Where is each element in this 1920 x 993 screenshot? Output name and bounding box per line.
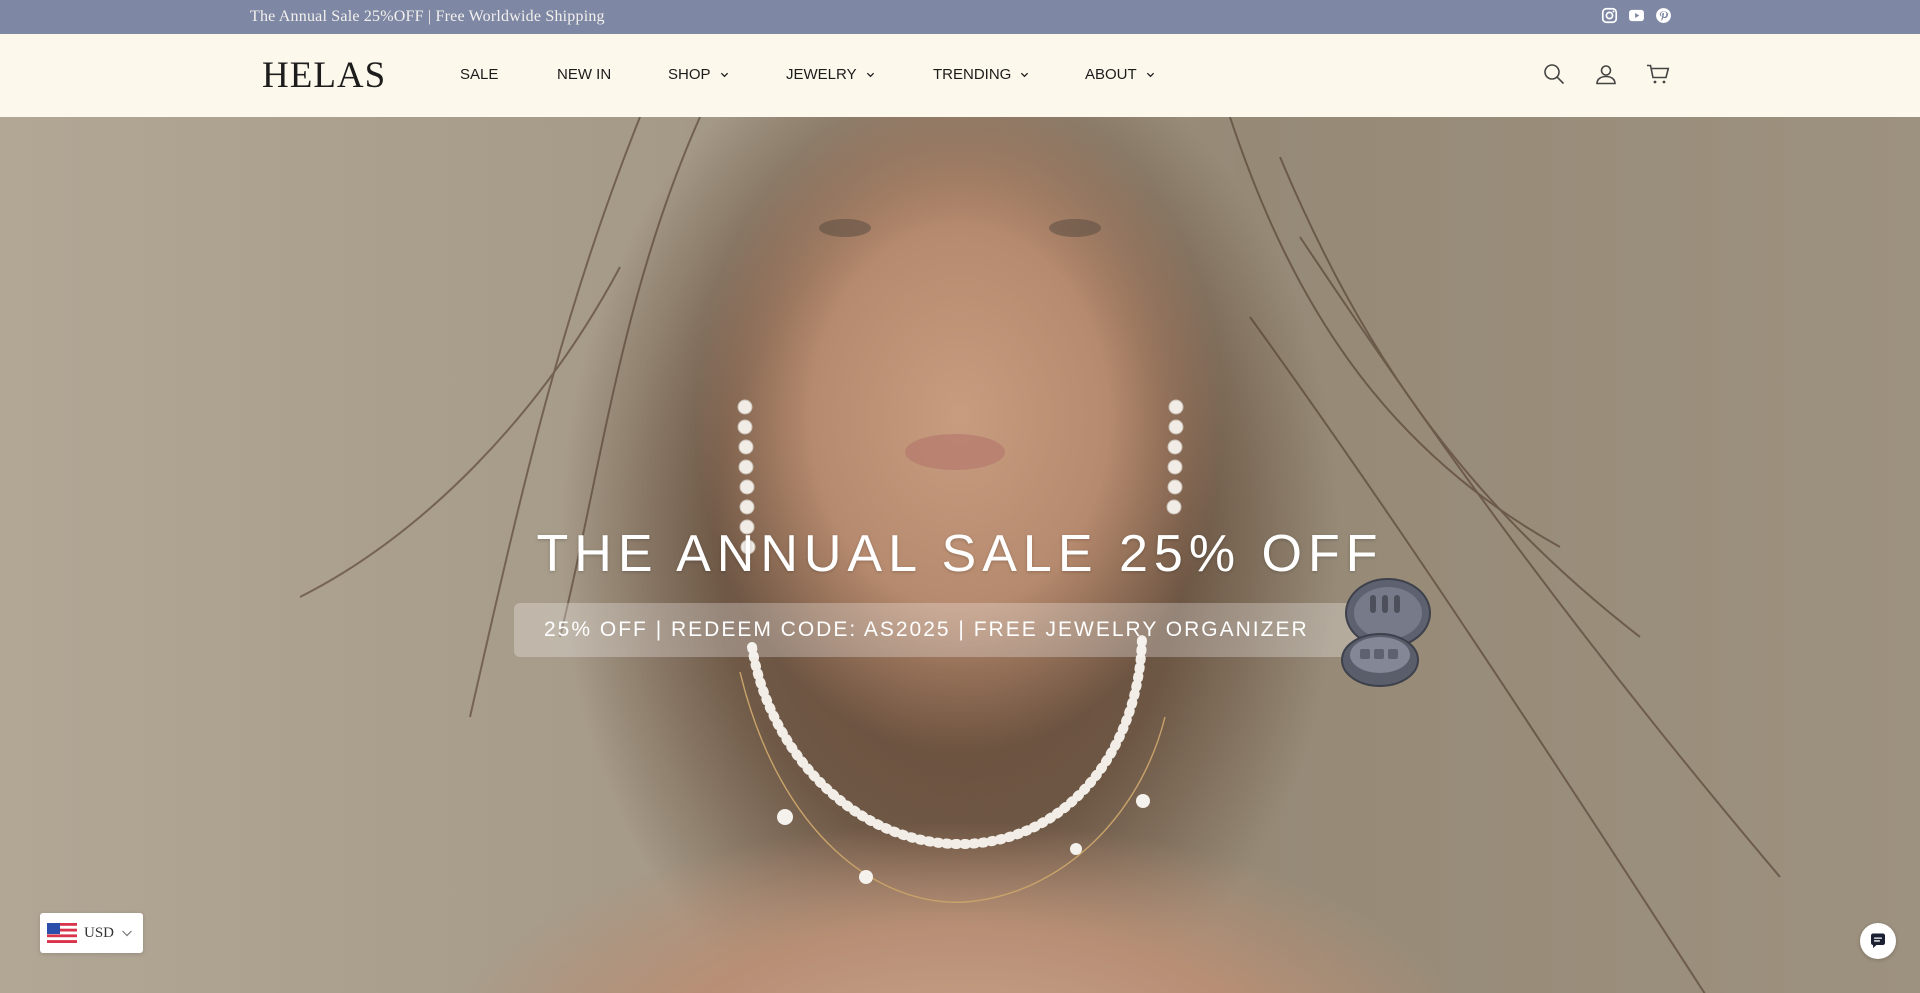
chevron-down-icon: [1146, 70, 1155, 79]
nav-item-sale[interactable]: SALE: [460, 66, 498, 83]
nav-label: ABOUT: [1085, 66, 1137, 83]
cart-icon[interactable]: [1646, 62, 1670, 86]
site-header: HELAS SALE NEW IN SHOP JEWELRY TRENDING …: [0, 34, 1920, 117]
hero-title: THE ANNUAL SALE 25% OFF: [536, 525, 1384, 583]
youtube-icon[interactable]: [1628, 7, 1645, 24]
chat-icon: [1868, 931, 1888, 951]
nav-label: TRENDING: [933, 66, 1012, 83]
chevron-down-icon: [121, 927, 133, 939]
nav-label: JEWELRY: [786, 66, 857, 83]
nav-label: SHOP: [668, 66, 711, 83]
nav-item-jewelry[interactable]: JEWELRY: [786, 66, 875, 83]
currency-selector[interactable]: USD: [40, 913, 143, 953]
announcement-bar: The Annual Sale 25%OFF | Free Worldwide …: [0, 0, 1920, 34]
promo-text: 25% OFF | REDEEM CODE: AS2025 | FREE JEW…: [544, 618, 1309, 641]
account-icon[interactable]: [1594, 62, 1618, 86]
jewelry-organizer-image: [1341, 578, 1431, 687]
announcement-text: The Annual Sale 25%OFF | Free Worldwide …: [250, 8, 605, 25]
instagram-icon[interactable]: [1601, 7, 1618, 24]
us-flag-icon: [47, 923, 77, 943]
nav-label: NEW IN: [557, 66, 612, 83]
currency-label: USD: [84, 924, 115, 941]
logo[interactable]: HELAS: [262, 54, 386, 97]
nav-item-trending[interactable]: TRENDING: [933, 66, 1029, 83]
nav-item-shop[interactable]: SHOP: [668, 66, 729, 83]
chevron-down-icon: [1020, 70, 1029, 79]
chevron-down-icon: [866, 70, 875, 79]
social-links: [1601, 7, 1672, 24]
nav-label: SALE: [460, 66, 499, 83]
search-icon[interactable]: [1542, 62, 1566, 86]
nav-item-new-in[interactable]: NEW IN: [557, 66, 611, 83]
pinterest-icon[interactable]: [1655, 7, 1672, 24]
nav-item-about[interactable]: ABOUT: [1085, 66, 1155, 83]
chat-button[interactable]: [1860, 923, 1896, 959]
chevron-down-icon: [720, 70, 729, 79]
promo-banner: 25% OFF | REDEEM CODE: AS2025 | FREE JEW…: [514, 603, 1384, 657]
hero-banner[interactable]: THE ANNUAL SALE 25% OFF 25% OFF | REDEEM…: [0, 117, 1920, 993]
header-actions: [1542, 62, 1670, 86]
